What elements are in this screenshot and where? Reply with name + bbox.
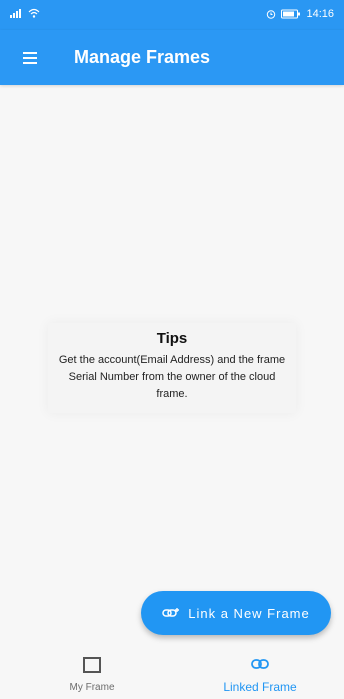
fab-label: Link a New Frame — [188, 605, 310, 621]
battery-icon — [281, 9, 301, 19]
bottom-nav: My Frame Linked Frame — [0, 645, 344, 699]
nav-item-linked-frame[interactable]: Linked Frame — [200, 657, 320, 694]
link-icon — [251, 659, 269, 669]
status-right: 14:16 — [266, 8, 334, 20]
status-time: 14:16 — [306, 8, 334, 20]
status-bar: 14:16 — [0, 0, 344, 30]
tips-card: Tips Get the account(Email Address) and … — [48, 323, 296, 413]
status-left — [10, 8, 40, 18]
frame-square-icon — [83, 657, 101, 673]
menu-icon — [23, 52, 37, 54]
page-title: Manage Frames — [74, 47, 211, 67]
tips-title: Tips — [156, 330, 188, 347]
alarm-icon — [267, 10, 276, 19]
menu-button[interactable] — [20, 46, 44, 70]
tips-text: Get the account(Email Address) and the f… — [58, 354, 286, 400]
nav-label-my-frame: My Frame — [69, 682, 115, 693]
nav-item-my-frame[interactable]: My Frame — [32, 657, 152, 693]
add-link-icon — [162, 608, 180, 617]
wifi-icon — [28, 8, 40, 18]
app-bar: Manage Frames — [0, 30, 344, 85]
signal-icon — [10, 9, 21, 18]
link-new-frame-button[interactable]: Link a New Frame — [141, 591, 331, 635]
nav-label-linked-frame: Linked Frame — [223, 680, 297, 694]
main-content: Tips Get the account(Email Address) and … — [0, 85, 344, 645]
